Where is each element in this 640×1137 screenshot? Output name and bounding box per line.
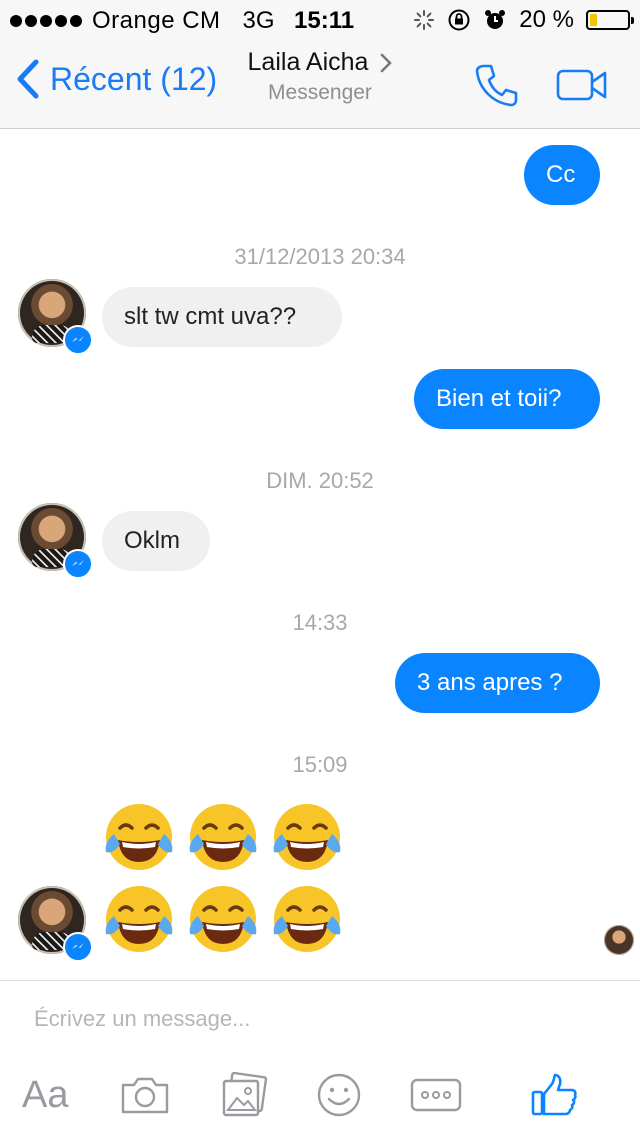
tears-of-joy-emoji-icon [273, 804, 341, 870]
incoming-message[interactable]: Oklm [102, 511, 210, 571]
tears-of-joy-emoji-icon [105, 886, 173, 952]
status-left: Orange CM 3G [10, 7, 275, 35]
emoji-icon [317, 1073, 361, 1117]
chevron-right-icon [381, 53, 393, 72]
photo-icon [222, 1072, 268, 1117]
status-time: 15:11 [294, 7, 355, 34]
messenger-icon [63, 325, 93, 355]
message-composer: Aa [0, 980, 640, 1137]
activity-spinner-icon [414, 10, 435, 30]
timestamp: 15:09 [292, 752, 348, 777]
contact-subtitle: Messenger [268, 81, 372, 104]
tears-of-joy-emoji-icon [105, 804, 173, 870]
tears-of-joy-emoji-icon [189, 804, 257, 870]
incoming-message[interactable]: slt tw cmt uva?? [102, 287, 342, 347]
emoji-message[interactable] [102, 800, 344, 874]
emoji-button[interactable] [316, 1065, 362, 1125]
signal-strength-icon [10, 15, 82, 27]
outgoing-message[interactable]: Cc [524, 145, 600, 205]
battery-percent: 20 % [519, 6, 574, 33]
status-bar: Orange CM 3G 15:11 20 % [0, 0, 640, 40]
outgoing-message[interactable]: Bien et toii? [414, 369, 600, 429]
more-icon [410, 1078, 462, 1112]
camera-icon [121, 1077, 169, 1114]
photo-button[interactable] [220, 1065, 268, 1125]
camera-button[interactable] [120, 1065, 170, 1125]
composer-toolbar: Aa [0, 1065, 640, 1125]
timestamp: DIM. 20:52 [266, 468, 374, 493]
messenger-icon [63, 932, 93, 962]
status-right: 20 % [413, 6, 634, 34]
timestamp: 31/12/2013 20:34 [234, 244, 406, 269]
seen-indicator-avatar [604, 925, 634, 955]
phone-icon[interactable] [474, 62, 520, 108]
more-options-button[interactable] [410, 1065, 462, 1125]
outgoing-message[interactable]: 3 ans apres ? [395, 653, 600, 713]
tears-of-joy-emoji-icon [189, 886, 257, 952]
battery-icon [586, 10, 634, 30]
network-type: 3G [242, 7, 275, 34]
alarm-icon [485, 10, 506, 29]
rotation-lock-icon [448, 9, 470, 31]
message-input[interactable] [32, 1005, 596, 1033]
tears-of-joy-emoji-icon [273, 886, 341, 952]
carrier-name: Orange CM [92, 7, 221, 34]
video-icon[interactable] [556, 68, 608, 102]
text-format-label: Aa [22, 1073, 69, 1116]
messenger-icon [63, 549, 93, 579]
emoji-message[interactable] [102, 882, 344, 956]
battery-level [590, 14, 597, 26]
like-button[interactable] [530, 1065, 578, 1125]
conversation-header: Récent (12) Laila Aicha Messenger [0, 40, 640, 129]
contact-title[interactable]: Laila Aicha Messenger [0, 48, 640, 105]
like-icon [531, 1073, 577, 1116]
text-format-button[interactable]: Aa [22, 1065, 68, 1125]
timestamp: 14:33 [292, 610, 348, 635]
contact-name: Laila Aicha [247, 48, 369, 76]
